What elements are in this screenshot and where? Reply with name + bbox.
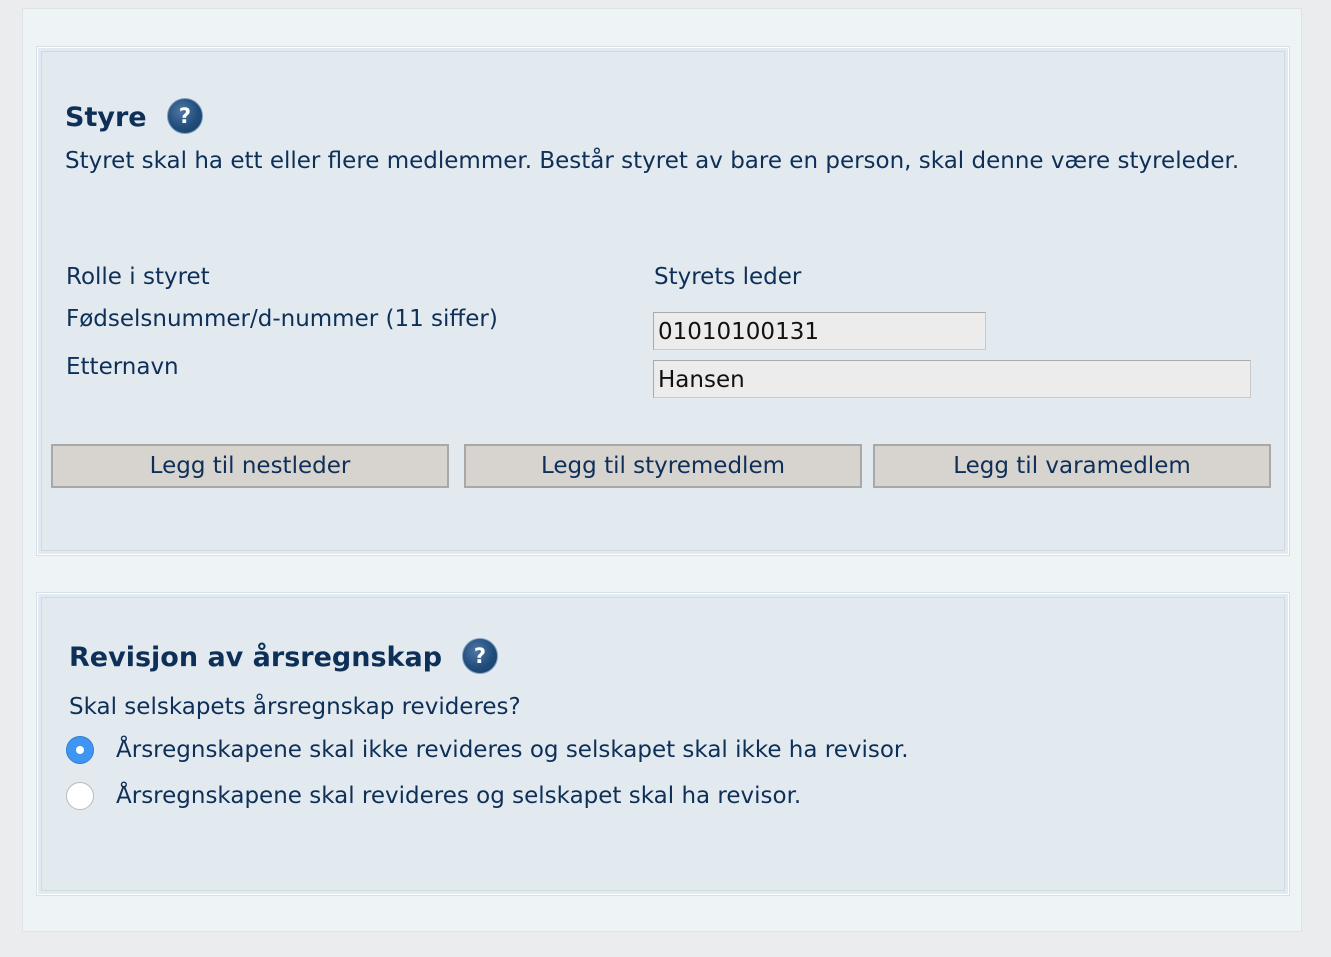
audit-option-audit[interactable]: Årsregnskapene skal revideres og selskap… bbox=[66, 779, 801, 813]
audit-option-no-audit[interactable]: Årsregnskapene skal ikke revideres og se… bbox=[66, 733, 909, 767]
add-alternate-button[interactable]: Legg til varamedlem bbox=[873, 444, 1271, 488]
ssn-input[interactable] bbox=[653, 312, 986, 350]
lastname-label: Etternavn bbox=[66, 354, 179, 380]
audit-question: Skal selskapets årsregnskap revideres? bbox=[69, 694, 521, 720]
audit-option-label: Årsregnskapene skal ikke revideres og se… bbox=[116, 737, 909, 763]
radio-button-unselected[interactable] bbox=[66, 782, 94, 810]
audit-section: Revisjon av årsregnskap ? Skal selskapet… bbox=[36, 592, 1290, 896]
ssn-label: Fødselsnummer/d-nummer (11 siffer) bbox=[66, 306, 498, 332]
lastname-input[interactable] bbox=[653, 360, 1251, 398]
audit-section-title: Revisjon av årsregnskap bbox=[69, 642, 443, 673]
question-mark-icon[interactable]: ? bbox=[167, 98, 203, 134]
audit-option-label: Årsregnskapene skal revideres og selskap… bbox=[116, 783, 802, 809]
board-section: Styre ? Styret skal ha ett eller flere m… bbox=[36, 46, 1290, 556]
add-member-button[interactable]: Legg til styremedlem bbox=[464, 444, 862, 488]
role-value: Styrets leder bbox=[654, 264, 802, 290]
board-section-title: Styre bbox=[65, 102, 147, 133]
role-label: Rolle i styret bbox=[66, 264, 210, 290]
radio-button-selected[interactable] bbox=[66, 736, 94, 764]
add-deputy-button[interactable]: Legg til nestleder bbox=[51, 444, 449, 488]
form-page: Styre ? Styret skal ha ett eller flere m… bbox=[22, 8, 1302, 932]
board-description: Styret skal ha ett eller flere medlemmer… bbox=[65, 148, 1240, 174]
question-mark-icon[interactable]: ? bbox=[462, 638, 498, 674]
